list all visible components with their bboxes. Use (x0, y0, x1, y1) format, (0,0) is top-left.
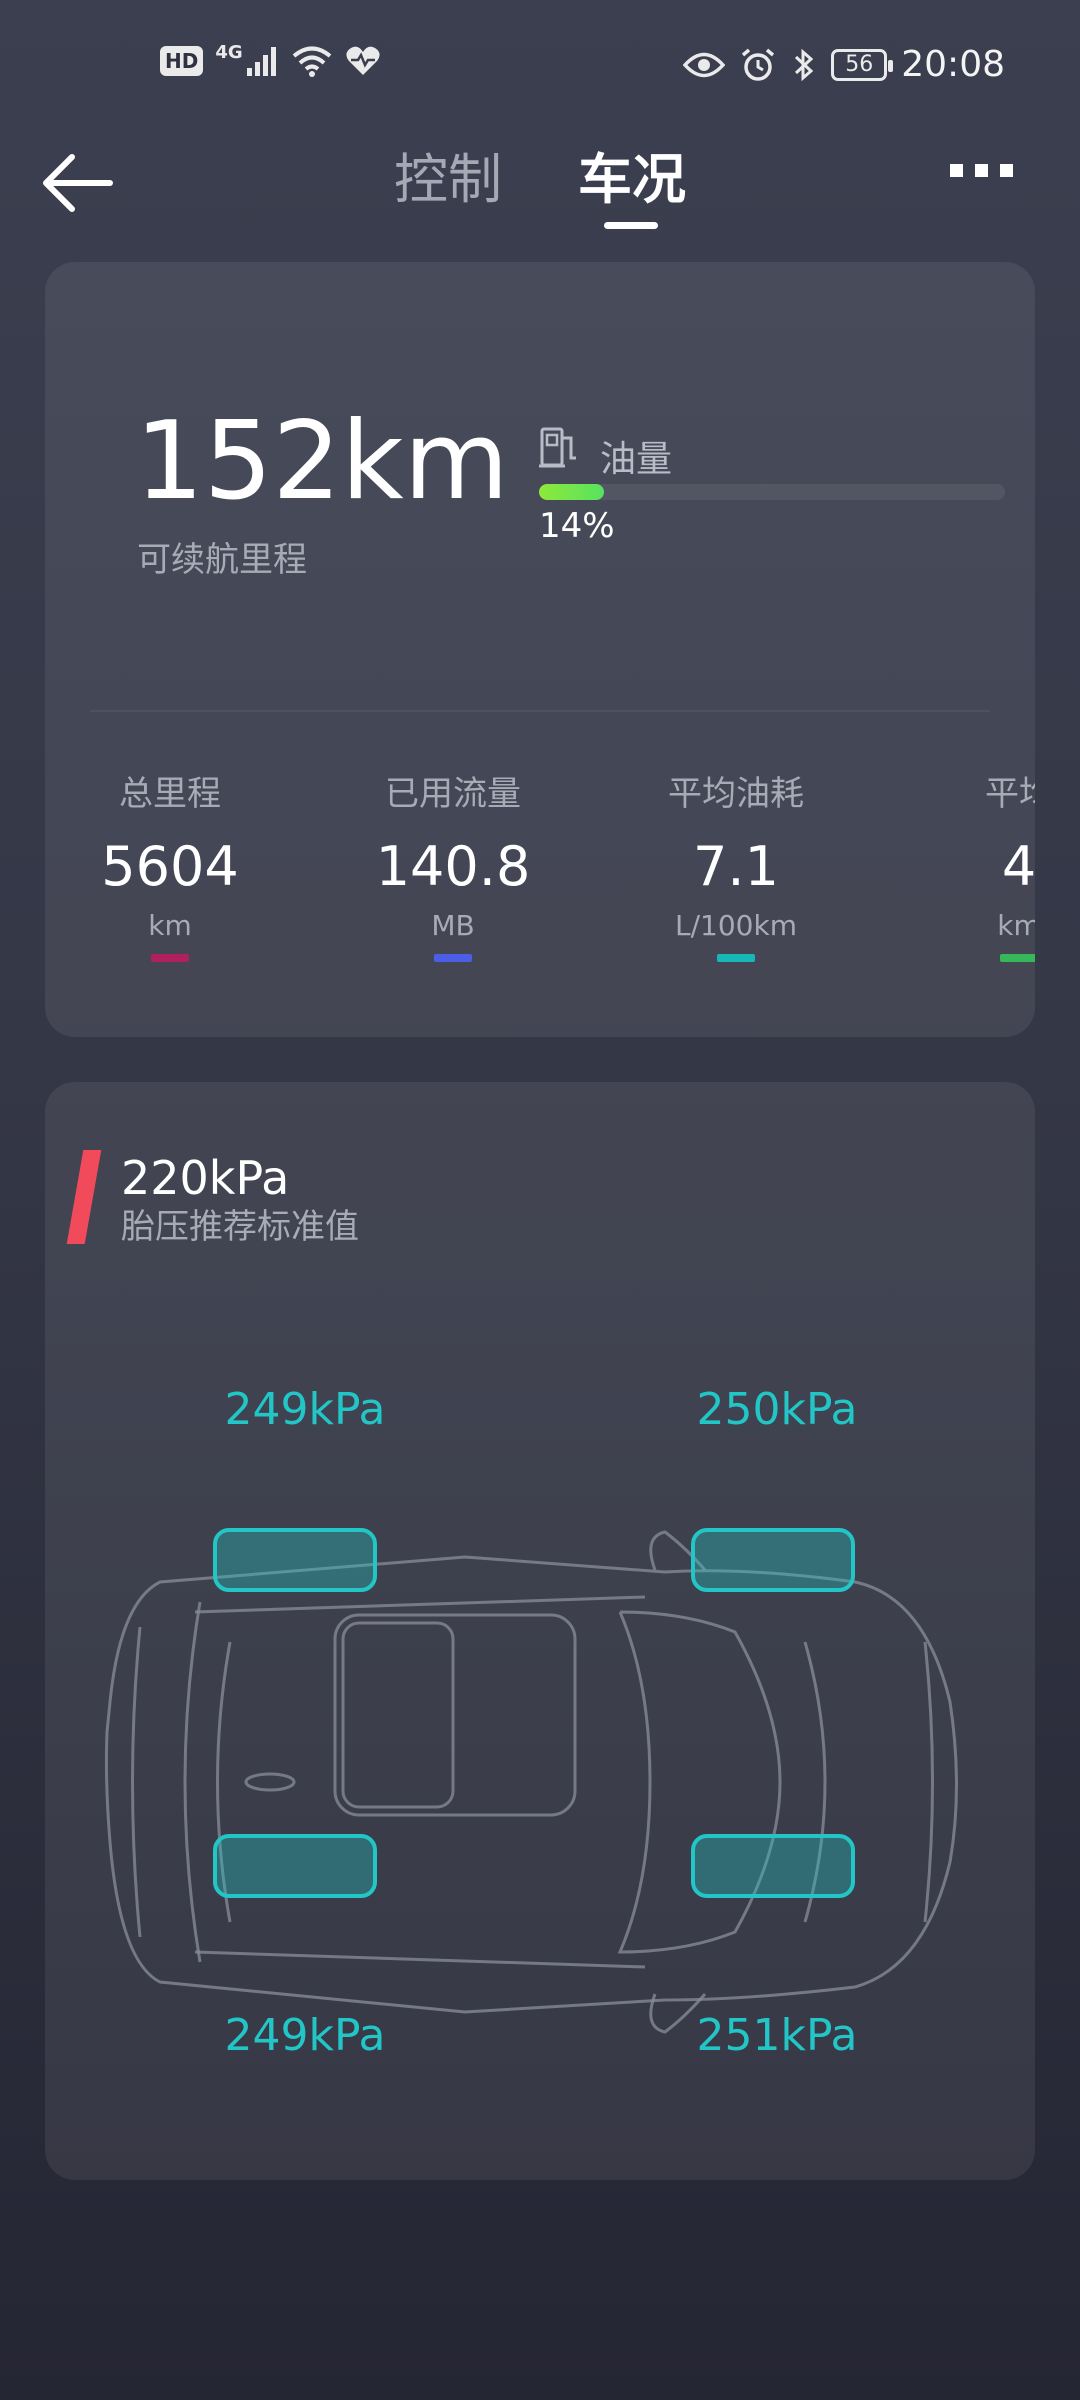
stat-color-bar (717, 954, 755, 962)
arrow-left-icon (43, 154, 113, 212)
stat-color-bar (434, 954, 472, 962)
stat-total-mileage[interactable]: 总里程 5604 km (45, 772, 295, 962)
range-value: 152km (135, 399, 509, 524)
tire-front-right-shape (691, 1528, 855, 1592)
more-dot-icon (975, 163, 988, 177)
back-button[interactable] (38, 148, 128, 218)
stat-avg-speed-partial[interactable]: 平均 4 km (894, 772, 1035, 962)
network-type-label: 4G (215, 41, 243, 63)
alarm-icon (742, 48, 775, 81)
car-front-edge (923, 1641, 934, 1923)
stat-value: 7.1 (693, 835, 779, 898)
wifi-icon (292, 46, 331, 77)
tire-rear-right-shape (691, 1834, 855, 1898)
car-side-line-top (194, 1595, 646, 1614)
stat-value: 5604 (101, 835, 239, 898)
tire-pressure-front-right: 250kPa (696, 1384, 858, 1435)
fuel-percent: 14% (539, 506, 615, 546)
stat-avg-fuel-consumption[interactable]: 平均油耗 7.1 L/100km (611, 772, 861, 962)
tab-control[interactable]: 控制 (394, 148, 502, 212)
eye-icon (683, 52, 726, 77)
car-windshield (617, 1610, 782, 1954)
car-rear-window (183, 1601, 202, 1963)
stat-unit: L/100km (675, 909, 797, 942)
tire-pressure-front-left: 249kPa (224, 1384, 386, 1435)
more-button[interactable] (950, 150, 1030, 190)
tire-pressure-rear-left: 249kPa (224, 2010, 386, 2061)
tire-pressure-rear-right: 251kPa (696, 2010, 858, 2061)
stat-unit: MB (431, 909, 475, 942)
heart-icon (346, 46, 380, 75)
status-right: 56 20:08 (683, 44, 1005, 85)
tire-rear-left-shape (213, 1834, 377, 1898)
car-roof (333, 1613, 577, 1817)
stat-label: 已用流量 (385, 774, 521, 814)
stat-unit: km (148, 909, 192, 942)
fuel-pump-icon (539, 427, 576, 468)
fuel-label: 油量 (600, 439, 673, 480)
stat-data-used[interactable]: 已用流量 140.8 MB (328, 772, 578, 962)
tire-pressure-card: 220kPa 胎压推荐标准值 249kPa 250kPa 249kPa 251k… (45, 1082, 1035, 2180)
stat-unit: km (997, 909, 1035, 942)
status-bar: HD 4G 56 20:08 (0, 0, 1080, 140)
battery-level: 56 (845, 52, 874, 77)
hd-icon: HD (160, 46, 204, 76)
car-body-outline (104, 1555, 958, 2014)
fuel-level-bar (539, 484, 1005, 500)
more-dot-icon (950, 163, 963, 177)
stat-color-bar (151, 954, 189, 962)
stat-color-bar (1000, 954, 1035, 962)
vehicle-summary-card: 152km 可续航里程 油量 14% 总里程 5604 km 已用流量 140.… (45, 262, 1035, 1037)
range-label: 可续航里程 (137, 540, 307, 580)
divider (90, 710, 990, 712)
car-sunroof (341, 1621, 455, 1809)
stat-value: 140.8 (375, 835, 531, 898)
status-left: HD 4G (160, 41, 381, 78)
stat-label: 总里程 (119, 774, 221, 814)
tab-vehicle-status[interactable]: 车况 (578, 148, 686, 212)
active-tab-indicator (604, 222, 658, 229)
car-side-line-bottom (194, 1950, 646, 1969)
battery-icon: 56 (831, 48, 894, 81)
bluetooth-icon (795, 48, 814, 81)
stat-value: 4 (1001, 835, 1035, 898)
signal-icon (246, 47, 276, 76)
stat-label: 平均 (985, 774, 1035, 814)
car-emblem (244, 1772, 296, 1792)
stat-label: 平均油耗 (668, 774, 804, 814)
more-dot-icon (1000, 163, 1013, 177)
clock: 20:08 (901, 44, 1005, 85)
fuel-level-fill (539, 484, 605, 500)
tire-front-left-shape (213, 1528, 377, 1592)
car-rear-panel (131, 1626, 142, 1938)
